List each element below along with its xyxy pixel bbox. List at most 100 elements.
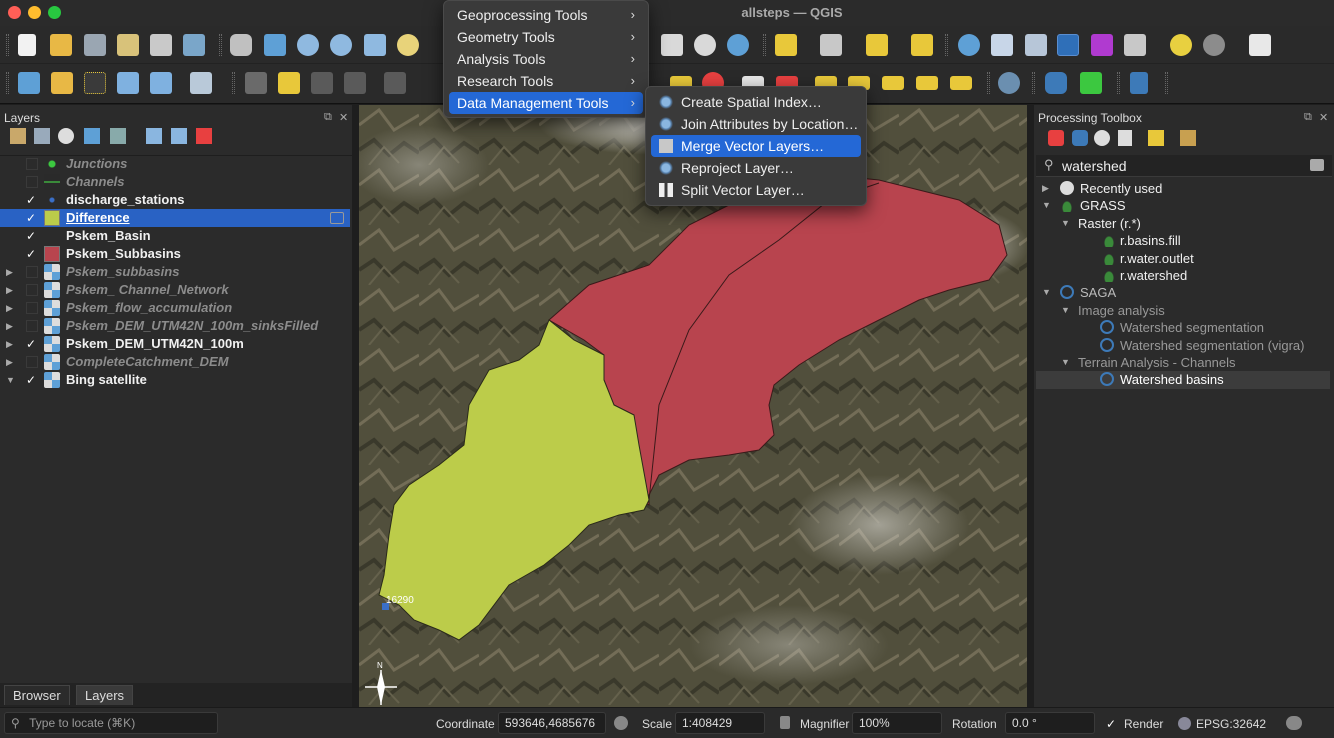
- field-calculator-icon[interactable]: [1025, 34, 1047, 56]
- visibility-checkbox[interactable]: ✓: [26, 194, 38, 206]
- visibility-checkbox[interactable]: [26, 284, 38, 296]
- attribute-table-icon[interactable]: [991, 34, 1013, 56]
- submenu-item[interactable]: Join Attributes by Location…: [651, 113, 861, 135]
- help-icon[interactable]: [1130, 72, 1148, 94]
- scripts-icon[interactable]: [1072, 130, 1088, 146]
- expand-arrow-icon[interactable]: ▼: [1061, 302, 1071, 319]
- lock-scale-icon[interactable]: [780, 716, 790, 729]
- toolbox-search-input[interactable]: ⚲ watershed: [1036, 155, 1332, 177]
- layer-item[interactable]: ▶ CompleteCatchment_DEM: [0, 353, 350, 371]
- expand-arrow-icon[interactable]: ▶: [6, 281, 16, 299]
- locator-input[interactable]: ⚲ Type to locate (⌘K): [4, 712, 218, 734]
- menu-item[interactable]: Research Tools ›: [449, 70, 643, 92]
- float-panel-icon[interactable]: ⧉: [324, 111, 332, 124]
- toolbox-tree-item[interactable]: Watershed segmentation (vigra): [1036, 337, 1330, 354]
- visibility-checkbox[interactable]: ✓: [26, 248, 38, 260]
- render-checkbox[interactable]: ✓: [1106, 717, 1116, 731]
- toolbox-tree-item[interactable]: ▼ Terrain Analysis - Channels: [1036, 354, 1330, 371]
- label-properties-icon[interactable]: [950, 76, 972, 90]
- expand-arrow-icon[interactable]: ▼: [1042, 197, 1052, 214]
- layer-item[interactable]: ▼ ✓ Bing satellite: [0, 371, 350, 389]
- filter-legend-icon[interactable]: [84, 128, 100, 144]
- expand-arrow-icon[interactable]: ▶: [1042, 180, 1052, 197]
- expand-arrow-icon[interactable]: ▼: [1061, 354, 1071, 371]
- select-by-expression-icon[interactable]: [820, 34, 842, 56]
- models-icon[interactable]: [1048, 130, 1064, 146]
- toolbox-tree-item[interactable]: r.watershed: [1036, 267, 1330, 284]
- collapse-all-icon[interactable]: [171, 128, 187, 144]
- toolbar-grip[interactable]: [219, 34, 222, 56]
- expand-arrow-icon[interactable]: ▶: [6, 263, 16, 281]
- expand-arrow-icon[interactable]: ▶: [6, 353, 16, 371]
- layer-item[interactable]: ▶ Pskem_subbasins: [0, 263, 350, 281]
- save-edits-icon[interactable]: [311, 72, 333, 94]
- expand-arrow-icon[interactable]: ▼: [1042, 284, 1052, 301]
- select-by-location-icon[interactable]: [911, 34, 933, 56]
- zoom-in-icon[interactable]: [297, 34, 319, 56]
- expand-all-icon[interactable]: [146, 128, 162, 144]
- layer-item[interactable]: ▶ ✓ Pskem_DEM_UTM42N_100m: [0, 335, 350, 353]
- toolbar-grip[interactable]: [763, 34, 766, 56]
- layer-item[interactable]: ▶ Pskem_ Channel_Network: [0, 281, 350, 299]
- visibility-checkbox[interactable]: [26, 320, 38, 332]
- toolbox-tree-item[interactable]: ▼ SAGA: [1036, 284, 1330, 301]
- layer-item[interactable]: ✓ Pskem_Basin: [0, 227, 350, 245]
- refresh-icon[interactable]: [727, 34, 749, 56]
- plugin-globe-icon[interactable]: [998, 72, 1020, 94]
- menu-item[interactable]: Data Management Tools ›: [449, 92, 643, 114]
- toolbar-grip[interactable]: [232, 72, 235, 94]
- tab-browser[interactable]: Browser: [4, 685, 70, 705]
- vertex-tool-icon[interactable]: [384, 72, 406, 94]
- style-manager-icon[interactable]: [183, 34, 205, 56]
- zoom-full-icon[interactable]: [364, 34, 386, 56]
- pan-map-icon[interactable]: [230, 34, 252, 56]
- close-panel-icon[interactable]: ✕: [339, 111, 348, 124]
- toolbox-tree-item[interactable]: ▼ GRASS: [1036, 197, 1330, 214]
- visibility-checkbox[interactable]: ✓: [26, 212, 38, 224]
- text-annotation-icon[interactable]: [1249, 34, 1271, 56]
- new-print-layout-icon[interactable]: [117, 34, 139, 56]
- layout-manager-icon[interactable]: [150, 34, 172, 56]
- label-pin-toggle-icon[interactable]: [916, 76, 938, 90]
- visibility-checkbox[interactable]: [26, 158, 38, 170]
- settings-icon[interactable]: [1203, 34, 1225, 56]
- toolbar-grip[interactable]: [945, 34, 948, 56]
- zoom-out-icon[interactable]: [330, 34, 352, 56]
- expand-arrow-icon[interactable]: ▶: [6, 335, 16, 353]
- expand-arrow-icon[interactable]: ▼: [6, 371, 16, 389]
- label-change-icon[interactable]: [882, 76, 904, 90]
- toggle-extents-icon[interactable]: [614, 716, 628, 730]
- options-icon[interactable]: [1180, 130, 1196, 146]
- toolbar-grip[interactable]: [1165, 72, 1168, 94]
- select-features-icon[interactable]: [775, 34, 797, 56]
- scale-field[interactable]: 1:408429: [675, 712, 765, 734]
- toolbox-tree-item[interactable]: r.water.outlet: [1036, 250, 1330, 267]
- toolbar-grip[interactable]: [987, 72, 990, 94]
- crs-button[interactable]: EPSG:32642: [1196, 717, 1266, 731]
- add-group-icon[interactable]: [34, 128, 50, 144]
- submenu-item[interactable]: Split Vector Layer…: [651, 179, 861, 201]
- tab-layers[interactable]: Layers: [76, 685, 134, 705]
- clear-search-icon[interactable]: [1310, 159, 1324, 171]
- toolbox-tree-item[interactable]: r.basins.fill: [1036, 232, 1330, 249]
- remove-layer-icon[interactable]: [196, 128, 212, 144]
- visibility-checkbox[interactable]: [26, 302, 38, 314]
- temporal-controller-icon[interactable]: [694, 34, 716, 56]
- expand-arrow-icon[interactable]: ▶: [6, 299, 16, 317]
- results-viewer-icon[interactable]: [1118, 130, 1132, 146]
- submenu-item[interactable]: Create Spatial Index…: [651, 91, 861, 113]
- rotation-field[interactable]: 0.0 °: [1005, 712, 1095, 734]
- toolbar-grip[interactable]: [1117, 72, 1120, 94]
- layer-item[interactable]: ✓ discharge_stations: [0, 191, 350, 209]
- visibility-checkbox[interactable]: ✓: [26, 338, 38, 350]
- manage-map-themes-icon[interactable]: [58, 128, 74, 144]
- current-edits-icon[interactable]: [245, 72, 267, 94]
- zoom-to-selection-icon[interactable]: [397, 34, 419, 56]
- python-console-icon[interactable]: [1045, 72, 1067, 94]
- new-bookmark-icon[interactable]: [661, 34, 683, 56]
- submenu-item[interactable]: Reproject Layer…: [651, 157, 861, 179]
- toggle-editing-icon[interactable]: [278, 72, 300, 94]
- crs-globe-icon[interactable]: [1178, 717, 1191, 730]
- toolbar-grip[interactable]: [6, 34, 9, 56]
- magnifier-field[interactable]: 100%: [852, 712, 942, 734]
